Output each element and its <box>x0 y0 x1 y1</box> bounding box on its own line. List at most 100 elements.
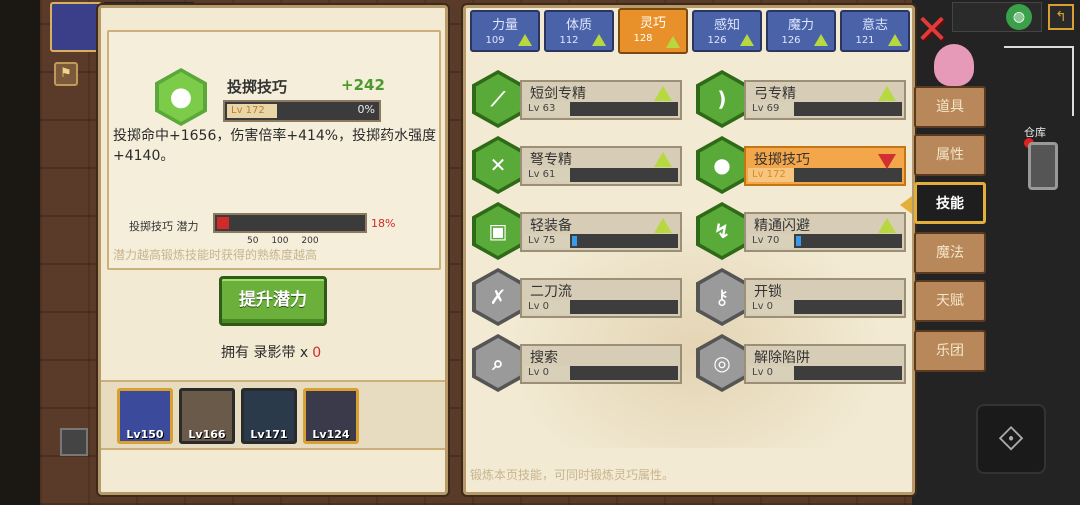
search-icon: ⌕ <box>472 334 524 392</box>
up-arrow-icon <box>666 36 680 48</box>
skill-name: 二刀流 <box>530 284 572 300</box>
side-tab-talents[interactable]: 天赋 <box>914 280 986 322</box>
skill-card[interactable]: ⚷ 开锁 Lv 0 <box>696 268 908 326</box>
tab-name: 体质 <box>565 18 592 33</box>
up-arrow-icon <box>654 218 672 233</box>
key-icon: ⚷ <box>696 268 748 326</box>
side-tab-items[interactable]: 道具 <box>914 86 986 128</box>
up-arrow-icon <box>888 34 902 46</box>
party-member[interactable]: Lv166 <box>179 388 235 444</box>
skill-level: Lv 0 <box>748 300 794 314</box>
side-tab-skills[interactable]: 技能 <box>914 182 986 224</box>
party-member[interactable]: Lv171 <box>241 388 297 444</box>
skill-name: 弩专精 <box>530 152 572 168</box>
tab-name: 意志 <box>861 18 888 33</box>
skill-card[interactable]: ✕ 弩专精 Lv 61 <box>472 136 684 194</box>
phone-icon[interactable] <box>1028 142 1058 190</box>
skill-name: 短剑专精 <box>530 86 586 102</box>
minimap[interactable] <box>1004 46 1074 116</box>
skill-level: Lv 75 <box>524 234 570 248</box>
action-button[interactable]: ⟐ <box>976 404 1046 474</box>
up-arrow-icon <box>814 34 828 46</box>
up-arrow-icon <box>592 34 606 46</box>
tab-value: 126 <box>707 35 727 46</box>
skill-progress-bar: Lv 69 <box>748 102 902 116</box>
skill-name: 轻装备 <box>530 218 572 234</box>
up-arrow-icon <box>740 34 754 46</box>
page-hint: 锻炼本页技能，可同时锻炼灵巧属性。 <box>470 468 675 482</box>
grenade-icon: ● <box>155 68 207 126</box>
side-tab-attributes[interactable]: 属性 <box>914 134 986 176</box>
skill-card[interactable]: ⟋ 短剑专精 Lv 63 <box>472 70 684 128</box>
close-icon[interactable]: ✕ <box>914 10 950 50</box>
detail-skill-name: 投掷技巧 <box>227 78 288 96</box>
tab-will[interactable]: 意志 121 <box>840 10 910 52</box>
player-avatar[interactable] <box>50 2 102 52</box>
tab-dexterity[interactable]: 灵巧 128 <box>618 8 688 54</box>
detail-gain: +242 <box>341 76 385 94</box>
potential-label: 投掷技巧 潜力 <box>129 220 199 233</box>
skill-progress-fill <box>572 236 577 246</box>
skill-name: 解除陷阱 <box>754 350 810 366</box>
skill-progress-bar: Lv 63 <box>524 102 678 116</box>
skill-detail-panel: ● 投掷技巧 +242 Lv 172 0% 投掷命中+1656，伤害倍率+414… <box>98 5 448 495</box>
tab-value: 121 <box>855 35 875 46</box>
skill-card[interactable]: ↯ 精通闪避 Lv 70 <box>696 202 908 260</box>
raise-potential-button[interactable]: 提升潜力 <box>219 276 327 326</box>
tab-strength[interactable]: 力量 109 <box>470 10 540 52</box>
skill-level: Lv 69 <box>748 102 794 116</box>
skill-progress-bar: Lv 75 <box>524 234 678 248</box>
tab-value: 126 <box>781 35 801 46</box>
active-tab-pointer <box>900 196 912 214</box>
skill-name: 投掷技巧 <box>754 152 810 168</box>
skill-card[interactable]: ✗ 二刀流 Lv 0 <box>472 268 684 326</box>
skill-card[interactable]: ▣ 轻装备 Lv 75 <box>472 202 684 260</box>
tab-value: 112 <box>559 35 579 46</box>
detail-progress-bar: Lv 172 0% <box>223 100 381 122</box>
back-arrow-icon[interactable]: ↰ <box>1048 4 1074 30</box>
detail-progress-percent: 0% <box>357 103 375 116</box>
potential-percent: 18% <box>371 217 396 230</box>
up-arrow-icon <box>654 152 672 167</box>
skill-level: Lv 0 <box>748 366 794 380</box>
tab-perception[interactable]: 感知 126 <box>692 10 762 52</box>
tab-name: 感知 <box>713 18 740 33</box>
skill-level: Lv 61 <box>524 168 570 182</box>
bow-icon: ) <box>696 70 748 128</box>
skill-name: 弓专精 <box>754 86 796 102</box>
up-arrow-icon <box>878 218 896 233</box>
trap-icon: ◎ <box>696 334 748 392</box>
skill-level: Lv 70 <box>748 234 794 248</box>
door-icon <box>60 428 88 456</box>
potential-bar <box>213 213 367 233</box>
up-arrow-icon <box>518 34 532 46</box>
dual-wield-icon: ✗ <box>472 268 524 326</box>
tab-constitution[interactable]: 体质 112 <box>544 10 614 52</box>
tab-name: 灵巧 <box>639 16 666 31</box>
owned-tapes: 拥有 录影带 x0 <box>221 342 321 362</box>
party-bar: Lv150 Lv166 Lv171 Lv124 <box>101 380 445 450</box>
skill-progress-fill <box>796 236 801 246</box>
detail-level: Lv 172 <box>227 104 277 118</box>
skill-card[interactable]: ⌕ 搜索 Lv 0 <box>472 334 684 392</box>
evasion-icon: ↯ <box>696 202 748 260</box>
skill-card[interactable]: ◎ 解除陷阱 Lv 0 <box>696 334 908 392</box>
party-member[interactable]: Lv124 <box>303 388 359 444</box>
owned-tapes-label: 拥有 录影带 x <box>221 345 309 361</box>
down-arrow-icon <box>878 154 896 169</box>
party-member[interactable]: Lv150 <box>117 388 173 444</box>
owned-tapes-count: 0 <box>312 345 322 361</box>
skill-card-selected[interactable]: ● 投掷技巧 Lv 172 <box>696 136 908 194</box>
side-tab-magic[interactable]: 魔法 <box>914 232 986 274</box>
skill-progress-bar: Lv 0 <box>524 300 678 314</box>
wifi-globe-icon[interactable]: ◍ <box>1006 4 1032 30</box>
side-tab-band[interactable]: 乐团 <box>914 330 986 372</box>
skill-progress-bar: Lv 0 <box>748 300 902 314</box>
skill-progress-bar: Lv 172 <box>748 168 902 182</box>
up-arrow-icon <box>654 86 672 101</box>
quest-icon[interactable]: ⚑ <box>54 62 78 86</box>
tab-magic[interactable]: 魔力 126 <box>766 10 836 52</box>
tab-value: 128 <box>633 33 653 44</box>
skill-progress-bar: Lv 61 <box>524 168 678 182</box>
skill-card[interactable]: ) 弓专精 Lv 69 <box>696 70 908 128</box>
